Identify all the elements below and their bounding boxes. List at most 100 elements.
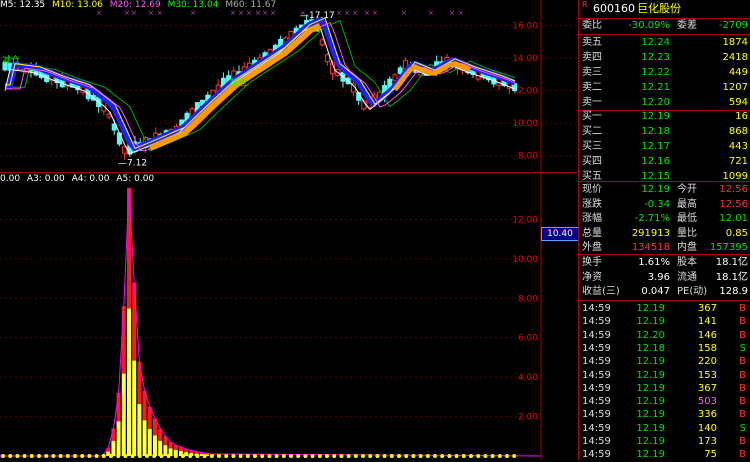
baseline-dot xyxy=(454,454,459,458)
indicator-chart[interactable]: 12.00 10.00 8.00 6.00 4.00 2.00 xyxy=(0,172,578,460)
stat-label: 总量 xyxy=(582,227,602,239)
stat-value: -2.71% xyxy=(634,213,670,224)
stat-label: 涨幅 xyxy=(582,213,602,224)
baseline-dot xyxy=(123,454,128,458)
baseline-dot xyxy=(15,454,20,458)
bid-price: 12.16 xyxy=(641,156,670,167)
baseline-dot xyxy=(397,454,401,458)
baseline-dot xyxy=(116,454,121,458)
baseline-dot xyxy=(145,454,149,458)
low-annotation: —7.12 xyxy=(118,158,147,168)
fund-value: 0.047 xyxy=(641,286,670,297)
ma10-label: M10: 13.06 xyxy=(52,0,103,10)
volume-bar-yellow xyxy=(153,435,157,456)
market-marker: R xyxy=(582,0,588,9)
baseline-dot xyxy=(361,454,365,458)
bid-label: 买二 xyxy=(582,126,602,137)
baseline-dot xyxy=(267,454,272,458)
kline-chart[interactable]: 16.00 14.00 12.00 10.00 8.00 × × × × × × × × × × × × × × × ×… xyxy=(0,0,578,172)
ma-legend: M5: 12.35 M10: 13.06 M20: 12.69 M30: 13.… xyxy=(0,0,280,11)
price-tick-label: 14.00 xyxy=(512,54,538,64)
volume-tick-label: 4.00 xyxy=(518,373,538,383)
ask-label: 卖五 xyxy=(582,37,602,48)
volume-tick-label: 10.00 xyxy=(512,255,538,265)
baseline-dot xyxy=(253,454,257,458)
volume-bar-yellow xyxy=(147,428,152,456)
bid-volume: 443 xyxy=(728,141,748,152)
indicator-svg: 12.00 10.00 8.00 6.00 4.00 2.00 xyxy=(0,172,542,460)
baseline-dot xyxy=(238,454,243,458)
baseline-dot xyxy=(274,454,279,458)
volume-tick-label: 6.00 xyxy=(518,334,538,344)
stock-terminal: 16.00 14.00 12.00 10.00 8.00 × × × × × × × × × × × × × × × ×… xyxy=(0,0,750,460)
stat-label: 量比 xyxy=(677,227,697,239)
baseline-dot xyxy=(281,454,286,458)
crosshair-value: 10.40 xyxy=(541,227,579,241)
ask-price: 12.22 xyxy=(641,67,670,78)
quote-panel: R 600160 巨化股份 委比 -30.09% 委差 -2709 卖五 12.2… xyxy=(579,0,750,460)
baseline-dot xyxy=(353,454,358,458)
fund-value: 18.1亿 xyxy=(715,257,748,268)
volume-tick-label: 8.00 xyxy=(518,294,538,304)
baseline-dot xyxy=(65,454,70,458)
baseline-dot xyxy=(303,454,308,458)
baseline-dot xyxy=(310,454,315,458)
ask-row: 卖四 12.23 2418 xyxy=(579,50,750,65)
volume-bar-yellow xyxy=(111,440,116,456)
stock-title[interactable]: R 600160 巨化股份 xyxy=(579,0,750,17)
stat-row: 总量 291913 量比 0.85 xyxy=(579,226,750,241)
stat-value: -0.34 xyxy=(644,198,670,210)
bid-row: 买一 12.19 16 xyxy=(579,109,750,124)
marker-icon: × xyxy=(372,9,378,17)
marker-icon: × xyxy=(352,9,358,17)
baseline-dot xyxy=(339,454,344,458)
bid-label: 买三 xyxy=(582,141,602,152)
fund-label: 收益(三) xyxy=(582,286,620,297)
baseline-dot xyxy=(505,454,509,458)
baseline-dot xyxy=(8,454,13,458)
baseline-dot xyxy=(109,454,113,458)
price-tick-label: 8.00 xyxy=(518,152,538,162)
baseline-dot xyxy=(166,454,171,458)
fund-value: 18.1亿 xyxy=(715,271,748,283)
baseline-dot xyxy=(497,454,502,458)
volume-bar-yellow xyxy=(121,373,126,456)
stat-row: 涨跌 -0.34 最高 12.56 xyxy=(579,197,750,212)
fund-label: 换手 xyxy=(582,257,602,268)
fund-label: PE(动) xyxy=(677,286,708,297)
baseline-dot xyxy=(317,454,322,458)
ask-label: 卖一 xyxy=(582,97,602,108)
ma60-label: M60: 11.67 xyxy=(225,0,277,10)
baseline-dot xyxy=(152,454,157,458)
stat-value: 12.56 xyxy=(719,184,748,195)
stat-value: 0.85 xyxy=(725,227,748,239)
ask-row: 卖二 12.21 1207 xyxy=(579,80,750,95)
candle xyxy=(397,67,403,75)
ma5-line xyxy=(4,24,516,155)
bid-row: 买四 12.16 721 xyxy=(579,154,750,169)
volume-bar-yellow xyxy=(116,421,121,456)
reduce-flag: 减仓 xyxy=(2,54,20,66)
baseline-dot xyxy=(389,454,394,458)
baseline-dot xyxy=(512,454,517,458)
baseline-dot xyxy=(181,454,185,458)
baseline-dot xyxy=(159,454,164,458)
baseline-dot xyxy=(411,454,416,458)
baseline-dot xyxy=(260,454,265,458)
bid-row: 买二 12.18 868 xyxy=(579,124,750,139)
baseline-dot xyxy=(289,454,293,458)
stat-label: 涨跌 xyxy=(582,198,602,210)
baseline-dot xyxy=(195,454,200,458)
fund-value: 3.96 xyxy=(647,271,670,283)
baseline-dot xyxy=(325,454,329,458)
marker-icon: × xyxy=(336,9,342,17)
baseline-dot xyxy=(58,454,63,458)
fund-row: 净资 3.96 流通 18.1亿 xyxy=(579,270,750,285)
baseline-dot xyxy=(101,454,106,458)
baseline-dot xyxy=(202,454,207,458)
candle xyxy=(324,54,330,63)
stat-row: 涨幅 -2.71% 最低 12.01 xyxy=(579,211,750,226)
marker-icon: × xyxy=(458,9,464,17)
fund-label: 流通 xyxy=(677,271,697,283)
ask-volume: 2418 xyxy=(722,52,748,63)
